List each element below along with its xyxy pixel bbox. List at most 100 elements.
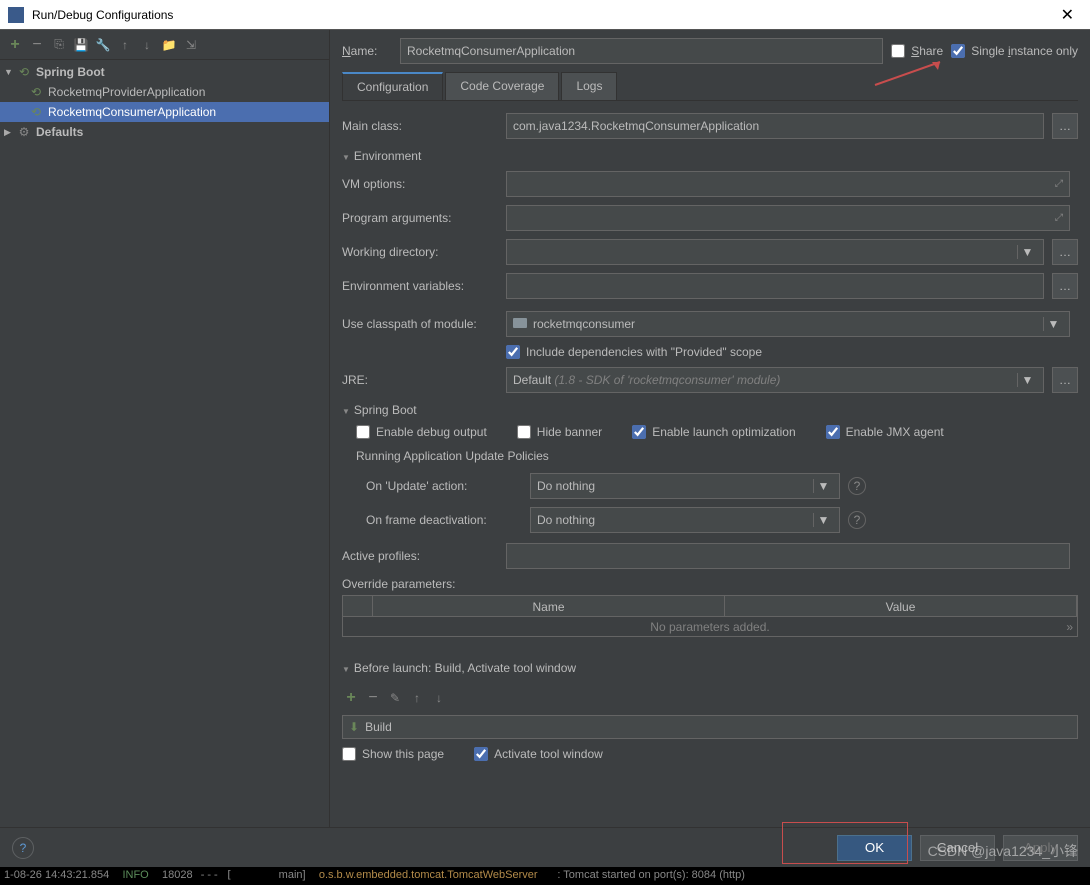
ok-button[interactable]: OK xyxy=(837,835,912,861)
help-icon[interactable]: ? xyxy=(848,477,866,495)
debug-output-checkbox[interactable] xyxy=(356,425,370,439)
tab-configuration[interactable]: Configuration xyxy=(342,72,443,100)
tree-spring-boot[interactable]: ▼ ⟲ Spring Boot xyxy=(0,62,329,82)
tabs: Configuration Code Coverage Logs xyxy=(342,72,1078,101)
classpath-select[interactable]: rocketmqconsumer ▼ xyxy=(506,311,1070,337)
on-frame-select[interactable]: Do nothing▼ xyxy=(530,507,840,533)
jmx-checkbox[interactable] xyxy=(826,425,840,439)
remove-task-icon[interactable]: − xyxy=(364,689,382,707)
gear-icon: ⚙ xyxy=(16,124,32,140)
remove-config-icon[interactable]: − xyxy=(28,36,46,54)
include-deps-row[interactable]: Include dependencies with "Provided" sco… xyxy=(506,345,1070,359)
browse-jre-button[interactable]: … xyxy=(1052,367,1078,393)
main-class-label: Main class: xyxy=(342,119,498,133)
on-frame-label: On frame deactivation: xyxy=(366,513,522,527)
expand-icon[interactable]: ⤢ xyxy=(1055,179,1063,190)
save-config-icon[interactable]: 💾 xyxy=(72,36,90,54)
on-update-select[interactable]: Do nothing▼ xyxy=(530,473,840,499)
main-class-input[interactable] xyxy=(506,113,1044,139)
build-icon: ⬇ xyxy=(349,720,359,734)
tree-defaults[interactable]: ▶ ⚙ Defaults xyxy=(0,122,329,142)
down-icon[interactable]: ↓ xyxy=(430,689,448,707)
show-page-checkbox[interactable] xyxy=(342,747,356,761)
chevron-down-icon[interactable]: ▼ xyxy=(1017,373,1037,387)
expand-arrow-icon[interactable]: ▼ xyxy=(4,67,16,77)
folder-icon[interactable]: 📁 xyxy=(160,36,178,54)
browse-main-class-button[interactable]: … xyxy=(1052,113,1078,139)
debug-output-row[interactable]: Enable debug output xyxy=(356,425,487,439)
working-dir-input[interactable]: ▼ xyxy=(506,239,1044,265)
chevron-down-icon[interactable]: ▼ xyxy=(813,513,833,527)
collapse-icon[interactable]: ⇲ xyxy=(182,36,200,54)
active-profiles-label: Active profiles: xyxy=(342,549,498,563)
params-table-header: Name Value xyxy=(342,595,1078,617)
edit-task-icon[interactable]: ✎ xyxy=(386,689,404,707)
watermark: CSDN @java1234_小锋 xyxy=(928,841,1078,861)
up-icon[interactable]: ↑ xyxy=(408,689,426,707)
include-deps-checkbox[interactable] xyxy=(506,345,520,359)
program-args-input[interactable]: ⤢ xyxy=(506,205,1070,231)
build-task-row[interactable]: ⬇ Build xyxy=(342,715,1078,739)
col-value: Value xyxy=(725,596,1077,616)
params-table-body: No parameters added. » xyxy=(342,617,1078,637)
jre-select[interactable]: Default (1.8 - SDK of 'rocketmqconsumer'… xyxy=(506,367,1044,393)
build-label: Build xyxy=(365,720,392,734)
include-deps-label: Include dependencies with "Provided" sco… xyxy=(526,345,762,359)
tree-provider-app[interactable]: ⟲ RocketmqProviderApplication xyxy=(0,82,329,102)
add-config-icon[interactable]: + xyxy=(6,36,24,54)
sidebar: + − ⎘ 💾 🔧 ↑ ↓ 📁 ⇲ ▼ ⟲ Spring Boot ⟲ Rock… xyxy=(0,30,330,860)
tree-label: RocketmqProviderApplication xyxy=(48,85,205,99)
vm-options-input[interactable]: ⤢ xyxy=(506,171,1070,197)
expand-icon[interactable]: ⤢ xyxy=(1055,213,1063,224)
config-content: Name: Share Single instance only Configu… xyxy=(330,30,1090,860)
hide-banner-checkbox[interactable] xyxy=(517,425,531,439)
chevron-down-icon[interactable]: ▼ xyxy=(1043,317,1063,331)
activate-tool-checkbox[interactable] xyxy=(474,747,488,761)
wrench-icon[interactable]: 🔧 xyxy=(94,36,112,54)
down-icon[interactable]: ↓ xyxy=(138,36,156,54)
expand-arrow-icon[interactable]: ▶ xyxy=(4,127,16,138)
help-icon[interactable]: ? xyxy=(848,511,866,529)
chevron-down-icon[interactable]: ▼ xyxy=(813,479,833,493)
tree-consumer-app[interactable]: ⟲ RocketmqConsumerApplication xyxy=(0,102,329,122)
module-icon xyxy=(513,318,527,328)
active-profiles-input[interactable] xyxy=(506,543,1070,569)
tab-logs[interactable]: Logs xyxy=(561,72,617,100)
more-icon[interactable]: » xyxy=(1066,617,1073,637)
help-button[interactable]: ? xyxy=(12,837,34,859)
env-vars-input[interactable] xyxy=(506,273,1044,299)
sidebar-toolbar: + − ⎘ 💾 🔧 ↑ ↓ 📁 ⇲ xyxy=(0,30,329,60)
name-input[interactable] xyxy=(400,38,883,64)
dialog-button-bar: ? OK Cancel Apply xyxy=(0,827,1090,867)
before-launch-header[interactable]: Before launch: Build, Activate tool wind… xyxy=(342,661,1078,675)
name-label: Name: xyxy=(342,44,392,58)
up-icon[interactable]: ↑ xyxy=(116,36,134,54)
spring-section-header[interactable]: Spring Boot xyxy=(342,403,1078,417)
status-bar: 1-08-26 14:43:21.854 INFO 18028 --- [ ma… xyxy=(0,867,1090,885)
on-update-label: On 'Update' action: xyxy=(366,479,522,493)
jmx-row[interactable]: Enable JMX agent xyxy=(826,425,944,439)
copy-config-icon[interactable]: ⎘ xyxy=(50,36,68,54)
titlebar: Run/Debug Configurations ✕ xyxy=(0,0,1090,30)
chevron-down-icon[interactable]: ▼ xyxy=(1017,245,1037,259)
spring-icon: ⟲ xyxy=(28,104,44,120)
activate-tool-row[interactable]: Activate tool window xyxy=(474,747,603,761)
browse-env-vars-button[interactable]: … xyxy=(1052,273,1078,299)
single-instance-row[interactable]: Single instance only xyxy=(951,44,1078,58)
close-button[interactable]: ✕ xyxy=(1053,5,1082,25)
single-instance-checkbox[interactable] xyxy=(951,44,965,58)
hide-banner-row[interactable]: Hide banner xyxy=(517,425,602,439)
tab-code-coverage[interactable]: Code Coverage xyxy=(445,72,559,100)
browse-working-dir-button[interactable]: … xyxy=(1052,239,1078,265)
launch-opt-row[interactable]: Enable launch optimization xyxy=(632,425,795,439)
tree-label: Spring Boot xyxy=(36,65,105,79)
spring-icon: ⟲ xyxy=(28,84,44,100)
share-checkbox-row[interactable]: Share xyxy=(891,44,943,58)
share-checkbox[interactable] xyxy=(891,44,905,58)
show-page-row[interactable]: Show this page xyxy=(342,747,444,761)
launch-opt-checkbox[interactable] xyxy=(632,425,646,439)
share-label: Share xyxy=(911,44,943,58)
add-task-icon[interactable]: + xyxy=(342,689,360,707)
jre-label: JRE: xyxy=(342,373,498,387)
env-section-header[interactable]: Environment xyxy=(342,149,1078,163)
